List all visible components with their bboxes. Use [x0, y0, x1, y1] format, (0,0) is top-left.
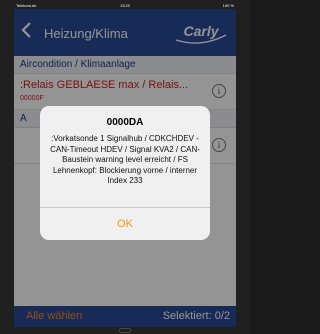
clock: 13:22 — [119, 3, 130, 8]
alert-message: :Vorkatsonde 1 Signalhub / CDKCHDEV - CA… — [50, 134, 200, 186]
home-button-icon[interactable] — [119, 328, 131, 333]
modal-overlay: 0000DA :Vorkatsonde 1 Signalhub / CDKCHD… — [14, 9, 236, 327]
status-bar: Telekom.de 13:22 100 % — [14, 2, 236, 9]
device-frame: Telekom.de 13:22 100 % Heizung/Klima Car… — [0, 0, 250, 334]
battery-label: 100 % — [222, 3, 234, 8]
alert-dialog: 0000DA :Vorkatsonde 1 Signalhub / CDKCHD… — [40, 106, 210, 240]
app-screen: Heizung/Klima Carly Aircondition / Klima… — [14, 9, 236, 327]
alert-title: 0000DA — [106, 117, 144, 128]
ok-button[interactable]: OK — [40, 208, 210, 240]
